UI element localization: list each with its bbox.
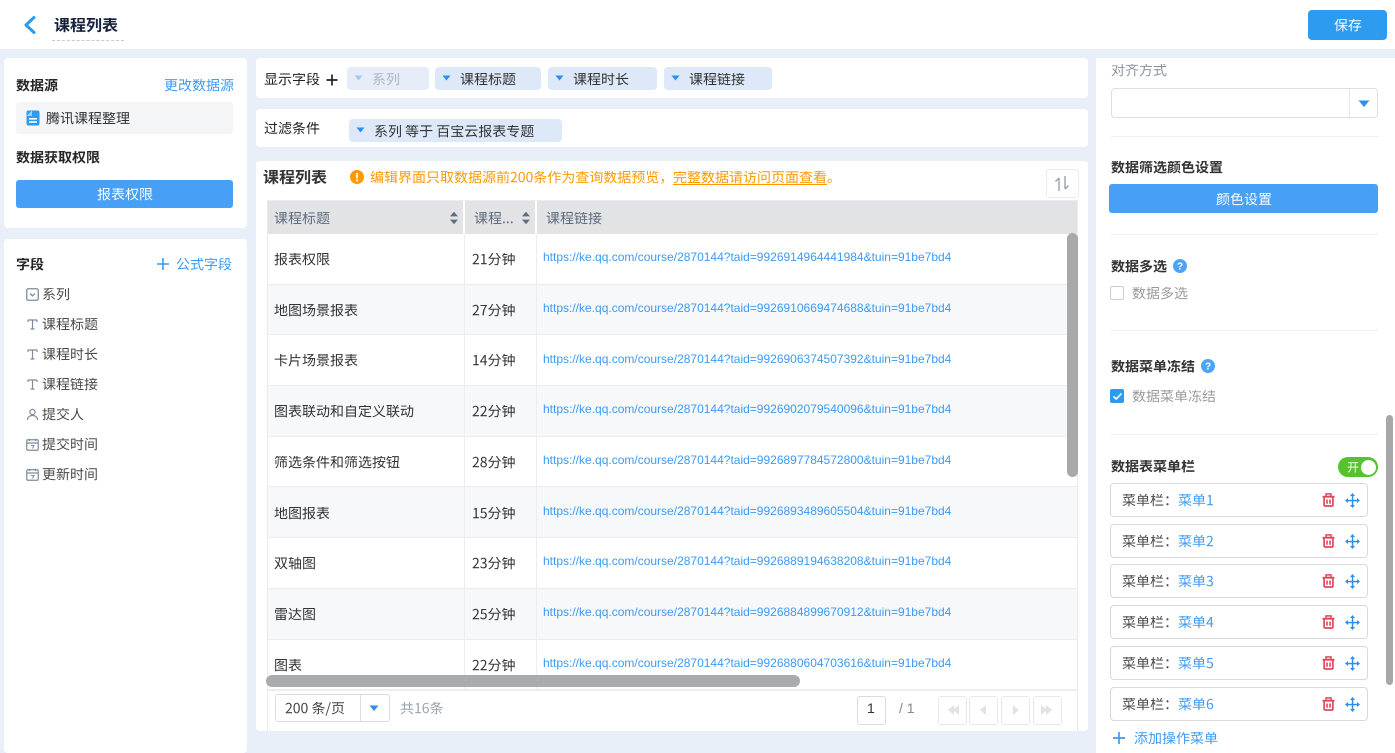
svg-text:?: ? — [1205, 361, 1211, 372]
svg-text:?: ? — [1177, 261, 1183, 272]
